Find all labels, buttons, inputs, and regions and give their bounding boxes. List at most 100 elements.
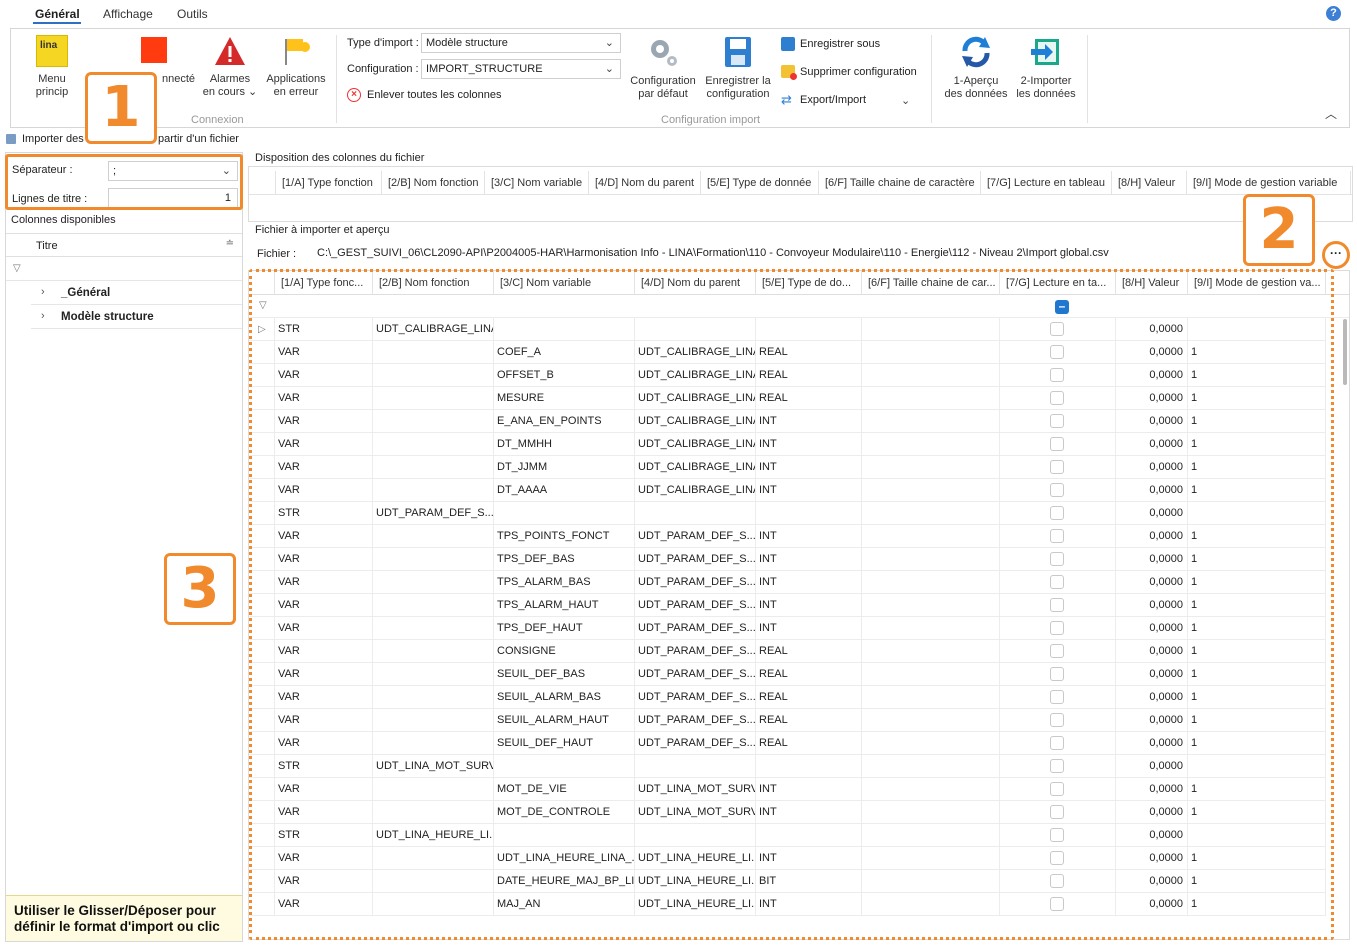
grid-scrollbar[interactable] (1343, 319, 1347, 385)
alarmes-label-2: en cours ⌄ (202, 86, 258, 98)
tree-item-general[interactable]: › _Général (31, 281, 242, 305)
delete-folder-icon (781, 65, 797, 80)
type-import-label: Type d'import : (347, 37, 419, 49)
enregistrer-sous-button[interactable]: Enregistrer sous (781, 37, 880, 51)
tab-affichage[interactable]: Affichage (103, 7, 153, 21)
help-icon[interactable]: ? (1326, 6, 1341, 21)
ribbon: lina Menu princip nnecté Alarmes en cour… (10, 28, 1350, 128)
configuration-select[interactable]: IMPORT_STRUCTURE ⌄ (421, 59, 621, 79)
tab-outils[interactable]: Outils (177, 7, 208, 21)
importer-donnees-button[interactable]: 2-Importer les données (1011, 35, 1081, 101)
colonnes-disponibles-label: Colonnes disponibles (11, 214, 116, 226)
import-icon (1031, 39, 1059, 65)
callout-number-2: 2 (1243, 194, 1315, 266)
menu-tabs: Général Affichage Outils ? (0, 0, 1357, 28)
enlever-colonnes-button[interactable]: × Enlever toutes les colonnes (347, 88, 502, 102)
connexion-group-label: Connexion (191, 114, 244, 126)
disposition-column[interactable]: [1/A] Type fonction (276, 171, 382, 195)
applications-en-erreur-button[interactable]: Applications en erreur (261, 35, 331, 99)
configuration-import-group-label: Configuration import (661, 114, 761, 126)
ribbon-separator (931, 35, 932, 123)
fichier-apercu-title: Fichier à importer et aperçu (255, 224, 390, 236)
tab-general[interactable]: Général (35, 7, 80, 21)
save-as-icon (781, 37, 795, 51)
configuration-label: Configuration : (347, 63, 419, 75)
chevron-right-icon[interactable]: › (41, 286, 45, 298)
applications-label-1: Applications (266, 73, 326, 85)
titre-header-label: Titre (36, 240, 58, 252)
configuration-value: IMPORT_STRUCTURE (426, 63, 543, 75)
chevron-down-icon: ⌄ (604, 63, 614, 75)
importer-label-1: 2-Importer (1020, 75, 1072, 87)
disposition-column[interactable]: [2/B] Nom fonction (382, 171, 485, 195)
gear-icon (651, 40, 677, 66)
drag-drop-hint: Utiliser le Glisser/Déposer pour définir… (6, 895, 242, 941)
applications-label-2: en erreur (273, 86, 319, 98)
row-indicator-header (249, 171, 276, 195)
export-import-button[interactable]: ⇄ Export/Import ⌄ (781, 93, 910, 107)
active-tab-underline (33, 22, 81, 24)
titre-column-header[interactable]: Titre ≐ (6, 233, 242, 257)
export-import-icon: ⇄ (781, 92, 792, 107)
chevron-right-icon[interactable]: › (41, 310, 45, 322)
disposition-grid: [1/A] Type fonction [2/B] Nom fonction [… (248, 166, 1353, 222)
import-file-icon (6, 134, 16, 144)
partir-fichier-label[interactable]: partir d'un fichier (158, 133, 239, 145)
importer-label-2: les données (1016, 88, 1076, 100)
callout-box-1 (5, 154, 243, 210)
disposition-column[interactable]: [9/I] Mode de gestion variable (1187, 171, 1351, 195)
tree-item-modele-structure[interactable]: › Modèle structure (31, 305, 242, 329)
apercu-donnees-button[interactable]: 1-Aperçu des données (941, 35, 1011, 101)
lina-logo-icon: lina (36, 35, 68, 67)
alarmes-label-1: Alarmes (209, 73, 251, 85)
filter-icon[interactable]: ▽ (13, 263, 21, 274)
alarmes-button[interactable]: Alarmes en cours ⌄ (201, 35, 259, 99)
save-icon (725, 37, 751, 67)
fichier-label: Fichier : (257, 248, 297, 260)
config-defaut-label-2: par défaut (638, 88, 688, 100)
alarm-warning-icon (215, 37, 245, 65)
disposition-column[interactable]: [5/E] Type de donnée (701, 171, 819, 195)
enregistrer-sous-label: Enregistrer sous (800, 38, 881, 50)
type-import-select[interactable]: Modèle structure ⌄ (421, 33, 621, 53)
importer-des-label[interactable]: Importer des (22, 133, 84, 145)
apercu-label-2: des données (944, 88, 1008, 100)
sort-icon[interactable]: ≐ (226, 238, 234, 249)
enlever-label: Enlever toutes les colonnes (367, 89, 502, 101)
disposition-title: Disposition des colonnes du fichier (255, 152, 425, 164)
applications-flag-icon (285, 39, 310, 65)
refresh-icon (962, 36, 990, 68)
disposition-column[interactable]: [7/G] Lecture en tableau (981, 171, 1112, 195)
chevron-down-icon: ⌄ (901, 94, 911, 107)
enregistrer-config-label-2: configuration (706, 88, 770, 100)
chevron-down-icon: ⌄ (604, 37, 614, 49)
enregistrer-configuration-button[interactable]: Enregistrer la configuration (701, 35, 775, 101)
disposition-column[interactable]: [6/F] Taille chaine de caractère (819, 171, 981, 195)
disposition-column[interactable]: [8/H] Valeur (1112, 171, 1187, 195)
disposition-column[interactable]: [3/C] Nom variable (485, 171, 589, 195)
apercu-label-1: 1-Aperçu (953, 75, 999, 87)
ribbon-separator (336, 35, 337, 123)
menu-principal-button[interactable]: lina Menu princip (21, 35, 83, 99)
export-import-label: Export/Import (800, 94, 867, 106)
callout-box-3 (249, 269, 1334, 940)
callout-number-1: 1 (85, 72, 157, 144)
remove-icon: × (347, 88, 361, 102)
disposition-column[interactable]: [4/D] Nom du parent (589, 171, 701, 195)
supprimer-config-label: Supprimer configuration (800, 65, 917, 78)
enregistrer-config-label-1: Enregistrer la (705, 75, 771, 87)
ribbon-separator (1087, 35, 1088, 123)
menu-principal-label: Menu princip (35, 73, 69, 98)
left-panel: Séparateur : ; ⌄ Lignes de titre : 1 Colo… (5, 152, 243, 942)
fichier-path-field[interactable]: C:\_GEST_SUIVI_06\CL2090-API\P2004005-HA… (312, 243, 1312, 263)
configuration-par-defaut-button[interactable]: Configuration par défaut (626, 35, 700, 101)
tree-item-label: Modèle structure (61, 311, 154, 323)
supprimer-configuration-button[interactable]: Supprimer configuration (781, 65, 917, 80)
import-toolbar: Importer des partir d'un fichier (0, 130, 1357, 150)
tree-filter-row[interactable]: ▽ (6, 257, 242, 281)
browse-file-button[interactable]: ··· (1322, 241, 1350, 269)
type-import-value: Modèle structure (426, 37, 508, 49)
collapse-ribbon-icon[interactable]: ︿ (1325, 105, 1337, 122)
tree-item-label: _Général (61, 287, 111, 299)
config-defaut-label-1: Configuration (630, 75, 696, 87)
